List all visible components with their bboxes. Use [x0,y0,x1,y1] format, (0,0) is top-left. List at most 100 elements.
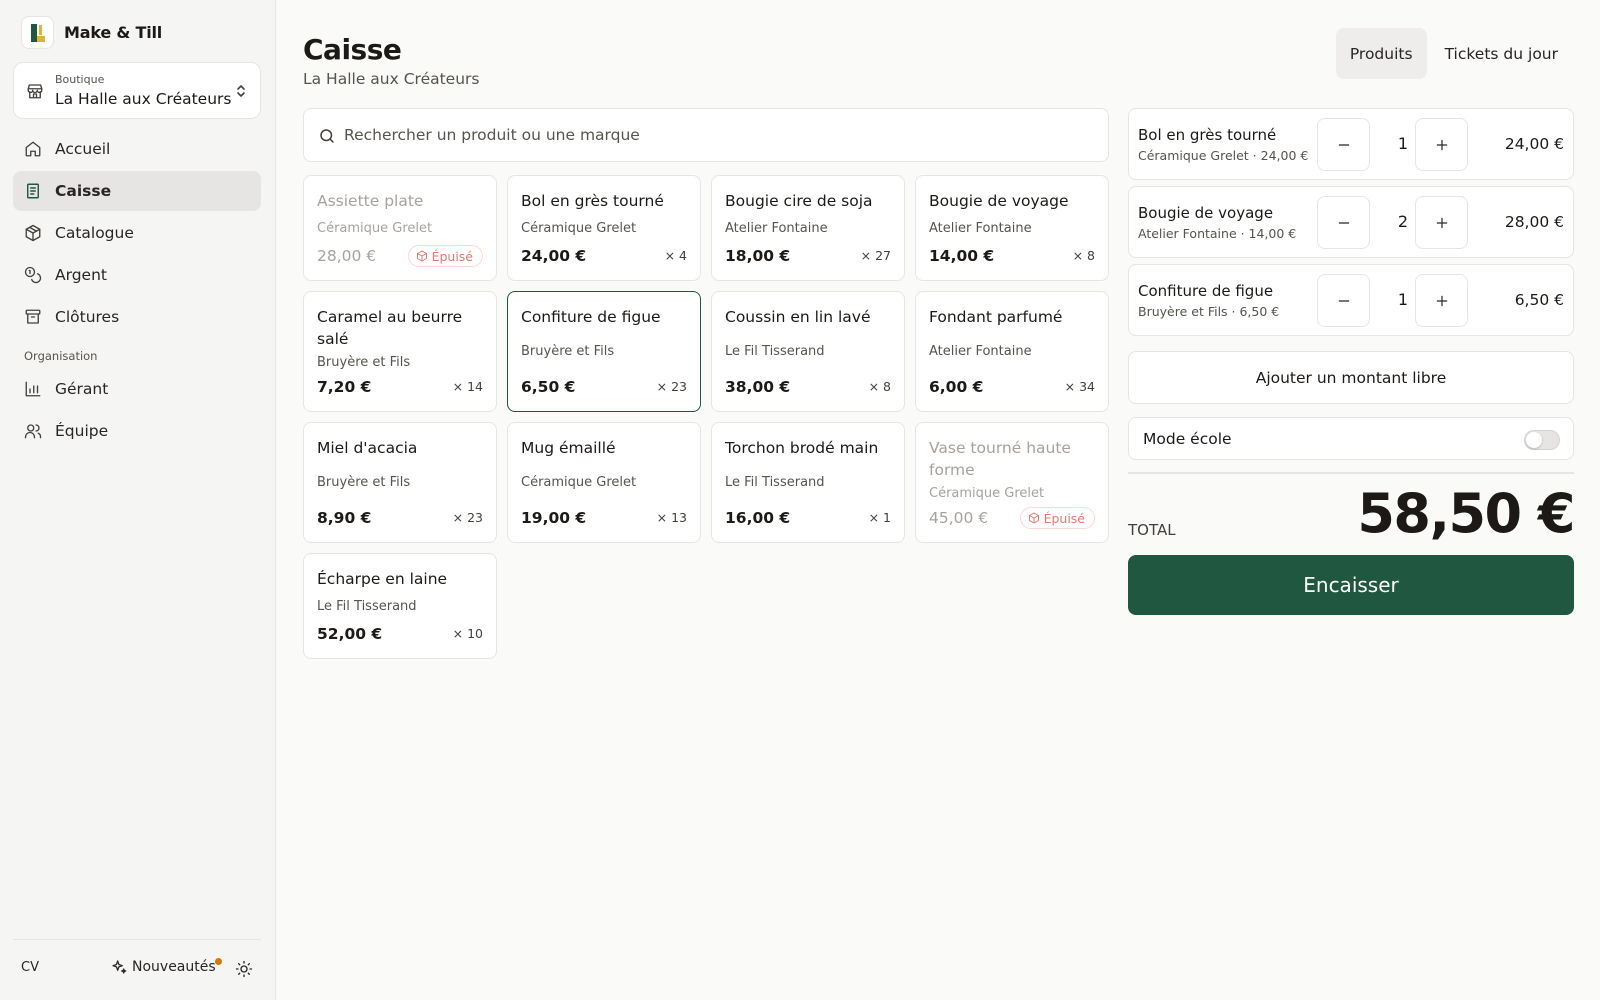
product-brand: Atelier Fontaine [725,221,828,236]
cart-line-total: 6,50 € [1514,291,1564,309]
product-name: Confiture de figue [521,308,661,326]
product-name: Bougie de voyage [929,192,1069,210]
increase-quantity-button[interactable] [1415,274,1468,327]
product-brand: Céramique Grelet [317,221,433,236]
product-card[interactable]: Mug émaillé Céramique Grelet 19,00 € × 13 [507,422,701,543]
product-stock: × 23 [452,510,483,525]
sidebar-item-argent[interactable]: Argent [13,255,261,295]
product-name: Coussin en lin lavé [725,308,871,326]
product-card[interactable]: Bougie cire de soja Atelier Fontaine 18,00… [711,175,905,281]
checkout-button[interactable]: Encaisser [1128,555,1574,615]
cart-line-quantity: 1 [1397,134,1409,153]
soldout-badge-label: Épuisé [1043,510,1085,526]
product-card[interactable]: Écharpe en laine Le Fil Tisserand 52,00 € ×… [303,553,497,659]
main-nav: Accueil Caisse Catalogue Argent Clôtures… [13,129,261,453]
cart-line-name: Confiture de figue [1138,282,1274,300]
search-input[interactable] [344,109,1094,161]
product-name: Bol en grès tourné [521,192,664,210]
product-price: 6,00 € [929,378,984,396]
page-title: Caisse [303,33,402,66]
sparkles-icon [112,960,127,974]
search-icon [320,129,334,143]
school-mode-row: Mode école [1128,417,1574,460]
product-brand: Céramique Grelet [929,486,1045,501]
receipt-icon [27,183,39,199]
sidebar-item-label: Accueil [55,140,111,158]
add-free-amount-button[interactable]: Ajouter un montant libre [1128,351,1574,404]
tab-produits[interactable]: Produits [1335,28,1427,79]
product-brand: Bruyère et Fils [521,344,615,359]
sidebar-item-accueil[interactable]: Accueil [13,129,261,169]
product-brand: Atelier Fontaine [929,344,1032,359]
sidebar-item-label: Caisse [55,182,112,200]
cart-line-total: 28,00 € [1504,213,1564,231]
cart-line: Bougie de voyage Atelier Fontaine · 14,00… [1128,186,1574,258]
decrease-quantity-button[interactable] [1317,118,1370,171]
decrease-quantity-button[interactable] [1317,196,1370,249]
product-stock: × 23 [656,379,687,394]
increase-quantity-button[interactable] [1415,196,1468,249]
product-brand: Le Fil Tisserand [317,599,417,614]
product-name: Fondant parfumé [929,308,1063,326]
minus-icon [1338,299,1349,302]
cart-line: Confiture de figue Bruyère et Fils · 6,50… [1128,264,1574,336]
product-price: 18,00 € [725,247,791,265]
cart-line-total: 24,00 € [1504,135,1564,153]
product-stock: × 8 [1072,248,1095,263]
product-card[interactable]: Bol en grès tourné Céramique Grelet 24,00 … [507,175,701,281]
sidebar-item-gerant[interactable]: Gérant [13,369,261,409]
product-card[interactable]: Coussin en lin lavé Le Fil Tisserand 38,00… [711,291,905,412]
school-mode-toggle[interactable] [1524,430,1560,450]
brand-name: Make & Till [64,23,163,42]
product-card[interactable]: Fondant parfumé Atelier Fontaine 6,00 € × 3… [915,291,1109,412]
product-stock: × 1 [868,510,891,525]
tab-tickets-du-jour[interactable]: Tickets du jour [1431,28,1572,79]
product-name: Bougie cire de soja [725,192,873,210]
brand-logo [21,16,54,49]
minus-icon [1338,221,1349,224]
store-select-label: Boutique [55,73,105,86]
product-name: Mug émaillé [521,439,616,457]
product-search [303,108,1109,162]
cart-line-quantity: 2 [1397,212,1409,231]
sidebar-item-caisse[interactable]: Caisse [13,171,261,211]
product-card[interactable]: Torchon brodé main Le Fil Tisserand 16,00 … [711,422,905,543]
brand[interactable]: Make & Till [21,16,162,49]
chevron-up-down-icon [234,83,248,103]
news-button[interactable]: Nouveautés [111,958,222,975]
product-card[interactable]: Caramel au beurre salé Bruyère et Fils 7,2… [303,291,497,412]
product-card[interactable]: Miel d'acacia Bruyère et Fils 8,90 € × 23 [303,422,497,543]
package-off-icon [1028,512,1039,524]
avatar[interactable]: CV [21,960,39,975]
decrease-quantity-button[interactable] [1317,274,1370,327]
product-name: Caramel au beurre salé [317,308,463,348]
product-brand: Atelier Fontaine [929,221,1032,236]
sidebar-item-label: Clôtures [55,308,120,326]
product-price: 19,00 € [521,509,587,527]
cart-line-meta: Bruyère et Fils · 6,50 € [1138,304,1280,319]
product-price: 28,00 € [317,247,377,265]
product-card[interactable]: Confiture de figue Bruyère et Fils 6,50 € ×… [507,291,701,412]
users-icon [24,424,42,439]
increase-quantity-button[interactable] [1415,118,1468,171]
total-label: TOTAL [1128,521,1176,539]
theme-toggle-button[interactable] [235,960,253,982]
product-card[interactable]: Vase tourné haute forme Céramique Grelet 4… [915,422,1109,543]
product-stock: × 4 [664,248,687,263]
product-price: 45,00 € [929,509,989,527]
product-name: Torchon brodé main [725,439,879,457]
product-brand: Bruyère et Fils [317,355,411,370]
cart-line-meta: Atelier Fontaine · 14,00 € [1138,226,1297,241]
sidebar-item-catalogue[interactable]: Catalogue [13,213,261,253]
sidebar: Make & Till Boutique La Halle aux Créate… [0,0,276,1000]
sidebar-item-clotures[interactable]: Clôtures [13,297,261,337]
product-name: Écharpe en laine [317,570,448,588]
product-card[interactable]: Assiette plate Céramique Grelet 28,00 € Épu… [303,175,497,281]
store-select-value: La Halle aux Créateurs [55,90,232,108]
store-icon [26,82,44,104]
school-mode-label: Mode école [1143,430,1232,448]
store-select[interactable]: Boutique La Halle aux Créateurs [13,62,261,119]
product-price: 7,20 € [317,378,372,396]
product-card[interactable]: Bougie de voyage Atelier Fontaine 14,00 € ×… [915,175,1109,281]
sidebar-item-equipe[interactable]: Équipe [13,411,261,451]
